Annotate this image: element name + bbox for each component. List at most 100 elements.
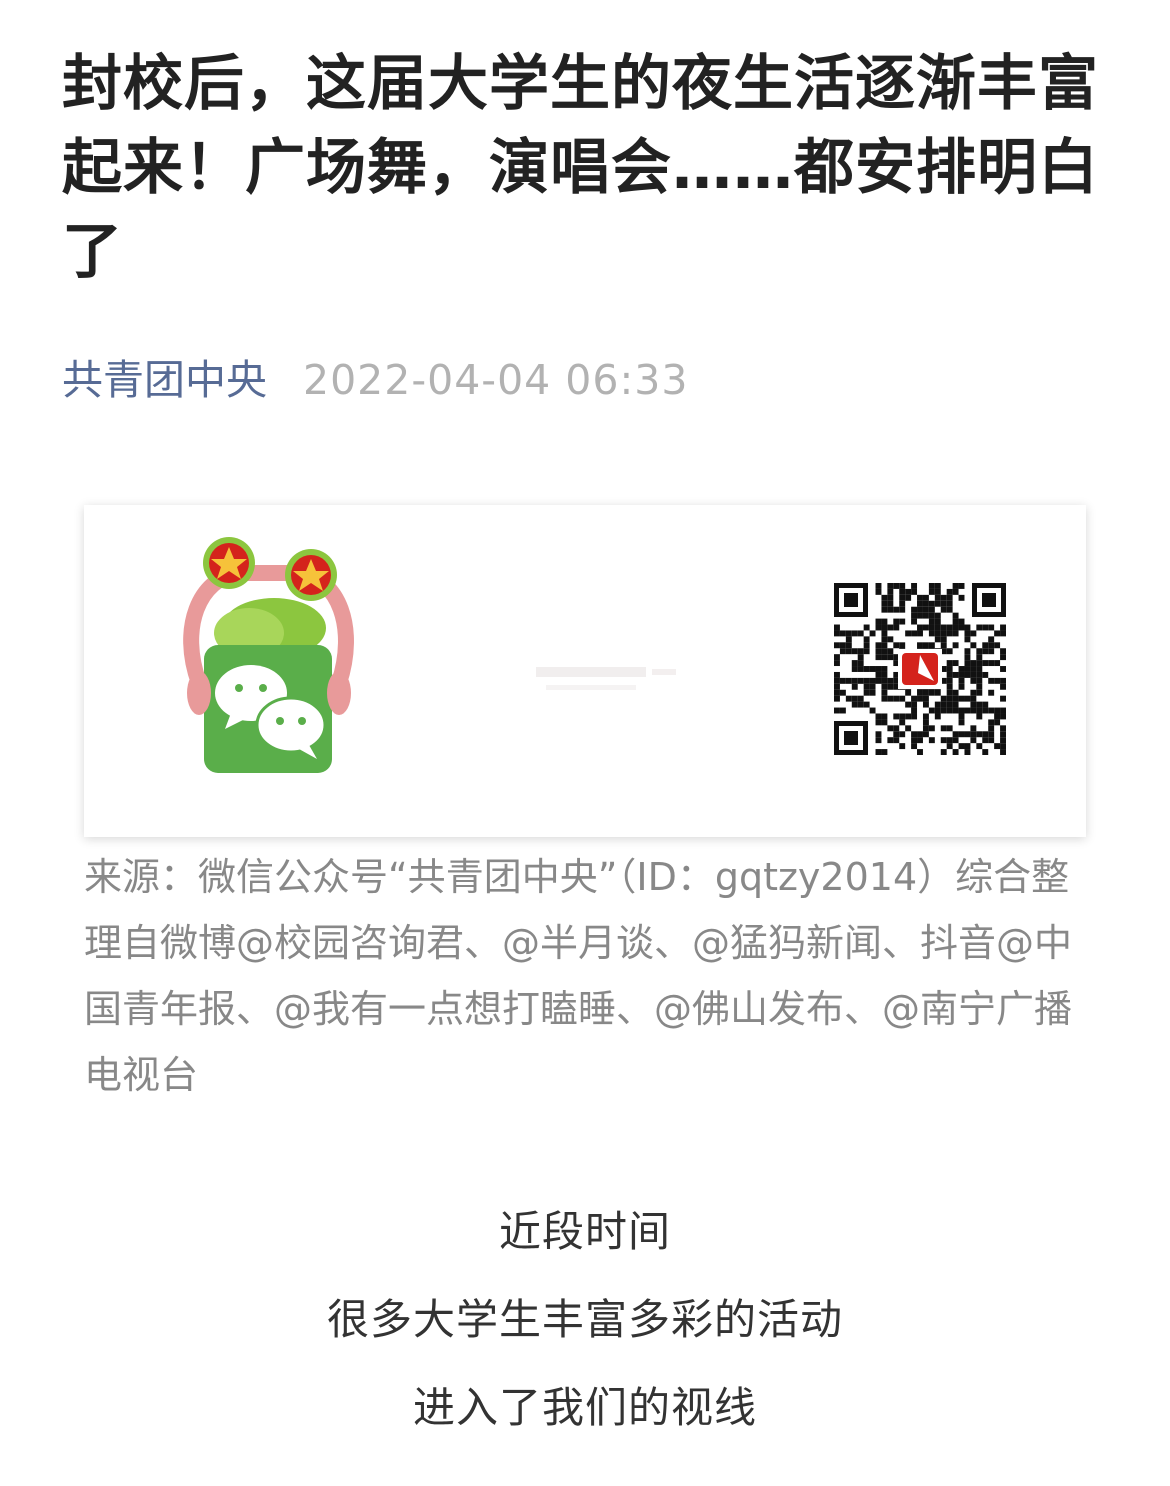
qr-module (887, 683, 894, 690)
qr-module (952, 624, 959, 631)
qr-module (970, 731, 977, 738)
qr-module (887, 606, 894, 613)
qr-module (958, 731, 965, 738)
qr-module (917, 600, 923, 607)
qr-module (857, 630, 864, 637)
qr-module (881, 689, 888, 696)
qr-module (881, 671, 888, 678)
qr-module (958, 683, 965, 690)
qr-module (982, 707, 989, 714)
qr-module (911, 743, 918, 750)
qr-module (917, 737, 923, 744)
faint-watermark-text (536, 667, 676, 690)
qr-module (964, 695, 971, 702)
qr-module (881, 642, 888, 649)
qr-module (958, 707, 965, 714)
qr-module (911, 713, 918, 720)
qr-module (899, 719, 906, 726)
qr-module (928, 630, 935, 637)
qr-module (881, 749, 888, 755)
qr-module (899, 731, 906, 738)
qr-module (940, 594, 947, 601)
qr-module (893, 583, 900, 589)
qr-module (875, 588, 882, 595)
qr-module (1000, 695, 1006, 702)
qr-module (887, 624, 894, 631)
qr-module (1000, 648, 1006, 655)
qr-module (905, 594, 912, 601)
qr-module (851, 630, 858, 637)
qr-module (964, 749, 971, 755)
qr-module (899, 588, 906, 595)
qr-module (917, 642, 923, 649)
qr-module (946, 660, 953, 667)
qr-module (952, 630, 959, 637)
qr-module (875, 654, 882, 661)
qr-module (934, 588, 941, 595)
qr-module (887, 695, 894, 702)
qr-module (1000, 713, 1006, 720)
qr-module (970, 707, 977, 714)
qr-module (934, 630, 941, 637)
qr-module (976, 707, 983, 714)
qr-module (899, 713, 906, 720)
qr-module (839, 642, 846, 649)
qr-module (946, 606, 953, 613)
qr-module (881, 683, 888, 690)
qr-module (976, 683, 983, 690)
qr-module (863, 701, 870, 708)
qr-module (958, 719, 965, 726)
qr-module (970, 701, 977, 708)
qr-module (863, 642, 870, 649)
qr-module (875, 749, 882, 755)
qr-module (928, 737, 935, 744)
qr-module (917, 624, 923, 631)
qr-module (946, 701, 953, 708)
qr-module (851, 695, 858, 702)
qr-module (917, 749, 923, 755)
qr-module (940, 606, 947, 613)
account-name-link[interactable]: 共青团中央 (62, 350, 267, 410)
qr-module (857, 701, 864, 708)
qr-module (905, 689, 912, 696)
qr-module (905, 713, 912, 720)
qr-module (994, 719, 1001, 726)
article-title: 封校后，这届大学生的夜生活逐渐丰富起来！广场舞，演唱会……都安排明白了 (62, 49, 1099, 287)
qr-module (976, 731, 983, 738)
qr-module (952, 612, 959, 619)
publish-time: 2022-04-04 06:33 (303, 356, 689, 404)
qr-module (893, 725, 900, 732)
qr-module (834, 695, 840, 702)
qr-module (839, 689, 846, 696)
qr-module (869, 630, 876, 637)
qr-module (934, 624, 941, 631)
qr-module (958, 624, 965, 631)
qr-module (1000, 666, 1006, 672)
qr-module (845, 636, 852, 643)
qr-module (964, 636, 971, 643)
qr-module (994, 743, 1001, 750)
qr-module (834, 689, 840, 696)
qr-module (834, 624, 840, 631)
qr-module (893, 624, 900, 631)
qr-module (922, 612, 929, 619)
qr-module (958, 677, 965, 684)
qr-module (934, 612, 941, 619)
qr-module (988, 737, 995, 744)
qr-module (988, 660, 995, 667)
qr-module (934, 701, 941, 708)
qr-module (964, 743, 971, 750)
qr-module (922, 689, 929, 696)
qr-module (952, 588, 959, 595)
qr-module (952, 689, 959, 696)
qr-module (934, 618, 941, 625)
qr-module (952, 731, 959, 738)
qr-code-icon[interactable] (834, 583, 1006, 755)
qr-module (970, 689, 977, 696)
qr-module (851, 660, 858, 667)
qr-module (887, 594, 894, 601)
qr-module (851, 648, 858, 655)
qr-module (1000, 654, 1006, 661)
qr-module (881, 636, 888, 643)
qr-module (834, 677, 840, 684)
